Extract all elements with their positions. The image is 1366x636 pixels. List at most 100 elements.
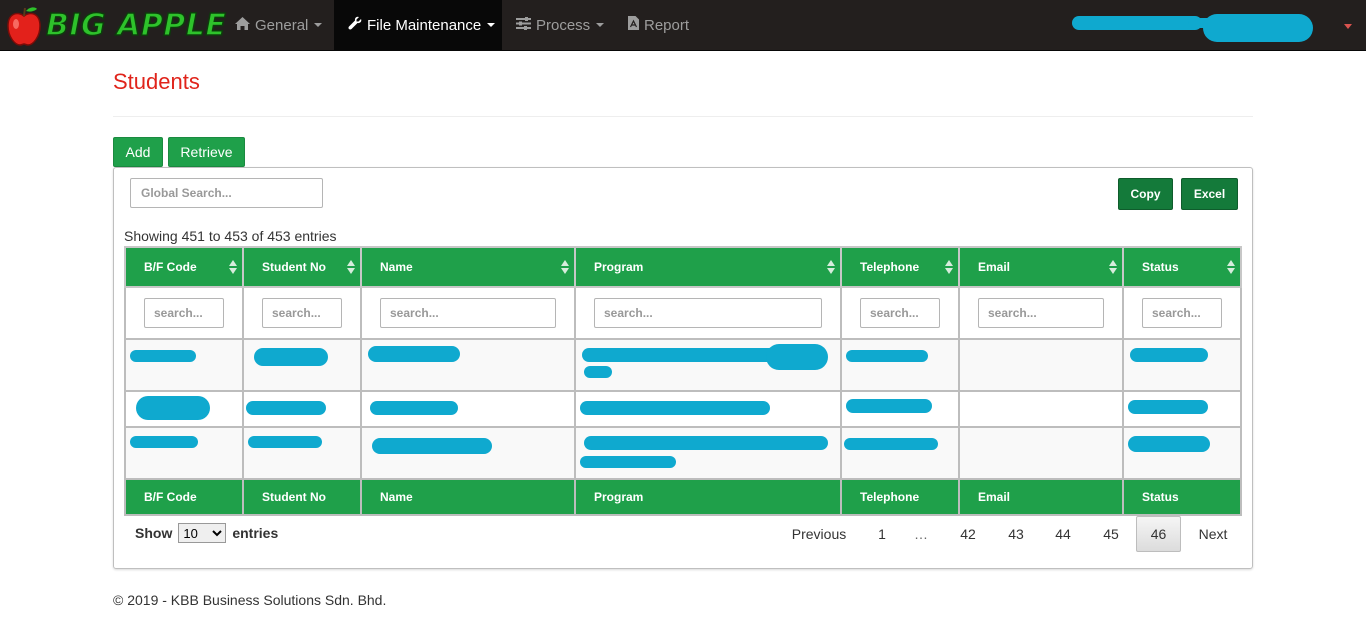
- redaction-mark: [130, 350, 196, 362]
- entries-length-control: Show 10 entries: [135, 523, 278, 543]
- divider: [113, 116, 1253, 117]
- top-navbar: BIG APPLE General File Maintenance Proce…: [0, 0, 1366, 51]
- pagination-current-page[interactable]: 46: [1136, 516, 1181, 552]
- global-search-input[interactable]: [130, 178, 323, 208]
- redaction-mark: [846, 350, 928, 362]
- column-header-telephone[interactable]: Telephone: [840, 246, 960, 288]
- nav-process-label: Process: [536, 16, 591, 34]
- redaction-mark: [844, 438, 938, 450]
- footer-header-status: Status: [1122, 478, 1242, 516]
- redaction-mark: [580, 456, 676, 468]
- filter-cell: [1122, 286, 1242, 340]
- table-cell: [574, 426, 842, 480]
- table-row[interactable]: [124, 426, 1242, 480]
- table-cell: [574, 338, 842, 392]
- redaction-mark: [1130, 348, 1208, 362]
- brand-name: BIG APPLE: [45, 7, 227, 44]
- sort-icon: [229, 260, 237, 276]
- nav-general[interactable]: General: [222, 0, 333, 50]
- redaction-mark: [370, 401, 458, 415]
- sliders-icon: [516, 16, 531, 34]
- table-cell: [958, 338, 1124, 392]
- pagination-page[interactable]: 42: [948, 516, 988, 552]
- redaction-mark: [766, 344, 828, 370]
- pagination-page[interactable]: 43: [996, 516, 1036, 552]
- table-cell: [360, 426, 576, 480]
- name-search-input[interactable]: [380, 298, 556, 328]
- table-cell: [360, 390, 576, 428]
- table-info: Showing 451 to 453 of 453 entries: [124, 228, 337, 244]
- chevron-down-icon: [596, 23, 605, 27]
- pagination-page[interactable]: 1: [866, 516, 898, 552]
- program-search-input[interactable]: [594, 298, 822, 328]
- table-cell: [574, 390, 842, 428]
- sort-icon: [1227, 260, 1235, 276]
- apple-logo-icon: [7, 7, 41, 46]
- nav-file-maintenance-label: File Maintenance: [367, 16, 482, 34]
- copy-button[interactable]: Copy: [1118, 178, 1173, 210]
- pagination-next[interactable]: Next: [1188, 516, 1238, 552]
- page-title: Students: [113, 69, 200, 94]
- retrieve-button[interactable]: Retrieve: [168, 137, 245, 167]
- footer-header-email: Email: [958, 478, 1124, 516]
- redaction-mark: [584, 436, 828, 450]
- redaction-mark: [248, 436, 322, 448]
- copyright-footer: © 2019 - KBB Business Solutions Sdn. Bhd…: [113, 592, 387, 608]
- chevron-down-icon: [1344, 24, 1352, 29]
- nav-report-label: Report: [644, 16, 690, 34]
- filter-cell: [840, 286, 960, 340]
- sort-icon: [827, 260, 835, 276]
- redaction-mark: [1203, 14, 1313, 42]
- user-menu[interactable]: [1068, 12, 1356, 42]
- pagination-ellipsis: …: [914, 526, 928, 542]
- redaction-mark: [130, 436, 198, 448]
- redaction-mark: [372, 438, 492, 454]
- brand-logo[interactable]: BIG APPLE: [4, 3, 227, 49]
- table-cell: [1122, 390, 1242, 428]
- email-search-input[interactable]: [978, 298, 1104, 328]
- table-cell: [958, 390, 1124, 428]
- pagination-previous[interactable]: Previous: [782, 516, 856, 552]
- pagination-page[interactable]: 45: [1091, 516, 1131, 552]
- redaction-mark: [846, 399, 932, 413]
- column-header-status[interactable]: Status: [1122, 246, 1242, 288]
- excel-button[interactable]: Excel: [1181, 178, 1238, 210]
- filter-cell: [242, 286, 362, 340]
- redaction-mark: [254, 348, 328, 366]
- column-header-email[interactable]: Email: [958, 246, 1124, 288]
- pagination-page[interactable]: 44: [1043, 516, 1083, 552]
- column-header-program[interactable]: Program: [574, 246, 842, 288]
- column-header-name[interactable]: Name: [360, 246, 576, 288]
- table-cell: [124, 390, 244, 428]
- table-cell: [840, 426, 960, 480]
- home-icon: [235, 16, 250, 34]
- nav-process[interactable]: Process: [502, 0, 611, 50]
- sort-icon: [561, 260, 569, 276]
- filter-cell: [360, 286, 576, 340]
- table-cell: [242, 338, 362, 392]
- pdf-file-icon: [628, 16, 639, 34]
- status-search-input[interactable]: [1142, 298, 1222, 328]
- column-header-student-no[interactable]: Student No: [242, 246, 362, 288]
- redaction-mark: [136, 396, 210, 420]
- column-header-bf-code[interactable]: B/F Code: [124, 246, 244, 288]
- redaction-mark: [368, 346, 460, 362]
- nav-report[interactable]: Report: [612, 0, 702, 50]
- length-show-label: Show: [135, 525, 173, 541]
- student-no-search-input[interactable]: [262, 298, 342, 328]
- sort-icon: [945, 260, 953, 276]
- table-cell: [124, 338, 244, 392]
- footer-header-bf-code: B/F Code: [124, 478, 244, 516]
- nav-file-maintenance[interactable]: File Maintenance: [334, 0, 502, 50]
- table-row[interactable]: [124, 338, 1242, 392]
- telephone-search-input[interactable]: [860, 298, 940, 328]
- bf-code-search-input[interactable]: [144, 298, 224, 328]
- add-button[interactable]: Add: [113, 137, 163, 167]
- page-length-select[interactable]: 10: [178, 523, 227, 543]
- table-cell: [840, 390, 960, 428]
- table-cell: [840, 338, 960, 392]
- students-table: B/F Code Student No Name Program Telepho…: [124, 246, 1242, 516]
- table-row[interactable]: [124, 390, 1242, 428]
- redaction-mark: [580, 401, 770, 415]
- chevron-down-icon: [487, 23, 496, 27]
